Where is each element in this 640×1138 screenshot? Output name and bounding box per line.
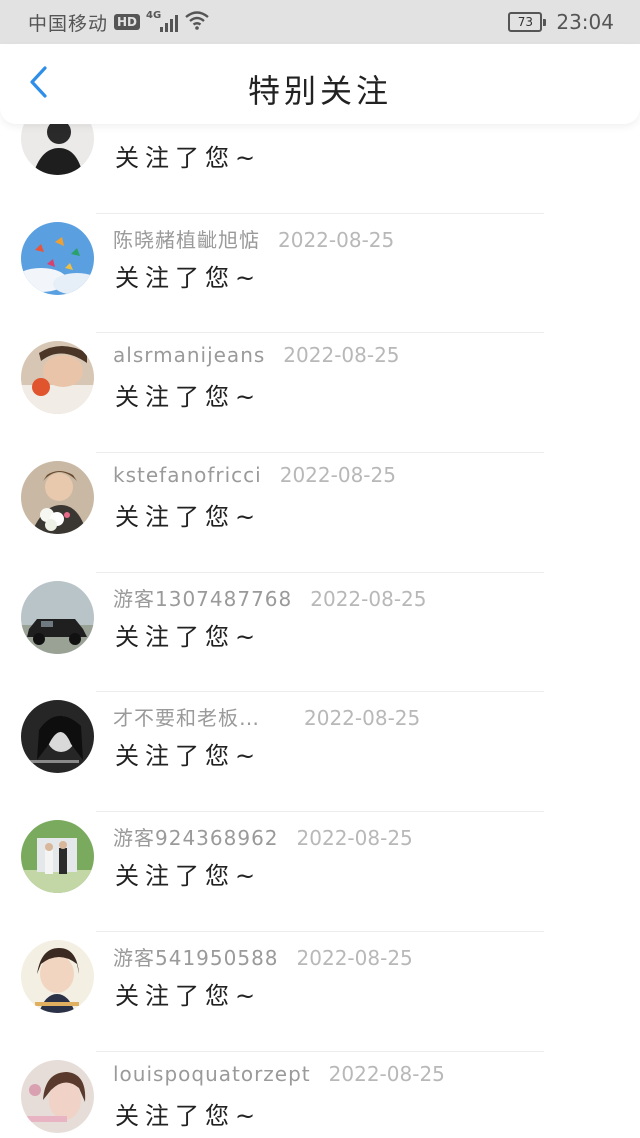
follow-date: 2022-08-25 — [283, 343, 400, 368]
username[interactable]: 游客541950588 — [113, 942, 279, 971]
list-item[interactable]: louispoquatorzept 2022-08-25 关注了您~ — [0, 1052, 640, 1138]
follow-date: 2022-08-25 — [296, 945, 413, 970]
follow-date: 2022-08-25 — [310, 586, 427, 611]
avatar[interactable] — [21, 939, 94, 1013]
username[interactable]: 陈晓赭植齜旭惦 — [113, 224, 260, 253]
follow-message: 关注了您~ — [115, 1101, 262, 1130]
list-item[interactable]: kstefanofricci 2022-08-25 关注了您~ — [0, 453, 640, 573]
list-item[interactable]: alsrmanijeans 2022-08-25 关注了您~ — [0, 333, 640, 454]
list-item[interactable]: 陈晓赭植齜旭惦 2022-08-25 关注了您~ — [0, 214, 640, 334]
navigation-bar: 特别关注 — [0, 44, 640, 124]
page-title: 特别关注 — [247, 72, 392, 110]
follow-date: 2022-08-25 — [328, 1061, 445, 1086]
follow-message: 关注了您~ — [115, 622, 262, 651]
list-item[interactable]: 游客924368962 2022-08-25 关注了您~ — [0, 812, 640, 932]
follow-message: 关注了您~ — [115, 263, 262, 292]
follow-message: 关注了您~ — [115, 862, 262, 891]
follow-message: 关注了您~ — [115, 383, 262, 412]
username[interactable]: louispoquatorzept — [113, 1062, 311, 1086]
list-item[interactable]: 游客541950588 2022-08-25 关注了您~ — [0, 932, 640, 1052]
status-left: 中国移动 HD 4G — [28, 9, 210, 36]
follow-date: 2022-08-25 — [304, 706, 421, 731]
carrier-label: 中国移动 — [28, 12, 109, 35]
list-item[interactable]: 才不要和老板… 2022-08-25 关注了您~ — [0, 692, 640, 813]
username[interactable]: kstefanofricci — [113, 463, 262, 487]
avatar[interactable] — [21, 124, 94, 175]
avatar[interactable] — [21, 341, 94, 415]
wifi-icon — [184, 10, 210, 35]
avatar[interactable] — [21, 461, 94, 535]
avatar[interactable] — [21, 221, 94, 295]
username[interactable]: 才不要和老板… — [113, 702, 260, 731]
status-bar: 中国移动 HD 4G 73 23:04 — [0, 0, 640, 44]
username[interactable]: 游客1307487768 — [113, 583, 292, 612]
battery-icon: 73 — [508, 12, 547, 32]
username[interactable]: 游客924368962 — [113, 822, 279, 851]
avatar[interactable] — [21, 1059, 94, 1133]
follow-message: 关注了您~ — [115, 742, 262, 771]
follow-message: 关注了您~ — [115, 144, 262, 172]
username[interactable]: moaarxmara — [113, 124, 251, 128]
follow-message: 关注了您~ — [115, 981, 262, 1010]
follow-date: 2022-08-25 — [278, 227, 395, 252]
follow-message: 关注了您~ — [115, 503, 262, 532]
list-item[interactable]: moaarxmara 2022-08-25 关注了您~ — [0, 124, 640, 214]
clock: 23:04 — [556, 10, 614, 34]
username[interactable]: alsrmanijeans — [113, 343, 265, 367]
avatar[interactable] — [21, 820, 94, 894]
special-follow-list[interactable]: moaarxmara 2022-08-25 关注了您~ — [0, 124, 640, 1138]
follow-date: 2022-08-25 — [269, 124, 385, 128]
hd-badge: HD — [114, 14, 141, 30]
network-type-label: 4G — [146, 10, 162, 21]
list-item[interactable]: 游客1307487768 2022-08-25 关注了您~ — [0, 573, 640, 693]
avatar[interactable] — [21, 700, 94, 774]
battery-level: 73 — [508, 12, 543, 32]
avatar[interactable] — [21, 580, 94, 654]
follow-date: 2022-08-25 — [296, 826, 413, 851]
status-right: 73 23:04 — [508, 10, 614, 34]
signal-icon: 4G — [146, 10, 179, 32]
follow-date: 2022-08-25 — [279, 463, 396, 488]
